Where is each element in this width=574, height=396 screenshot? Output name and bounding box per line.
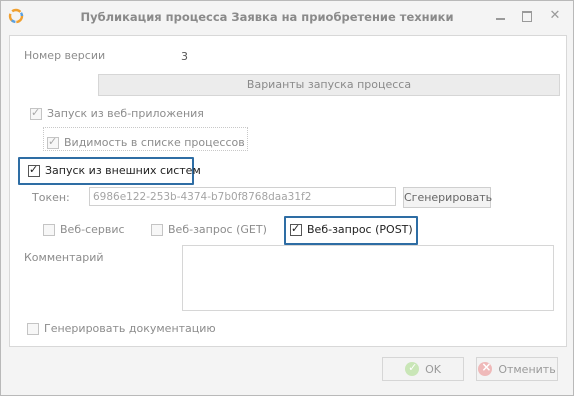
- process-list-option[interactable]: Видимость в списке процессов: [47, 135, 245, 149]
- post-request-option[interactable]: Веб-запрос (POST): [290, 222, 413, 236]
- version-value: 3: [181, 50, 188, 63]
- title-bar: Публикация процесса Заявка на приобретен…: [1, 1, 573, 32]
- window-title: Публикация процесса Заявка на приобретен…: [80, 10, 454, 24]
- comment-label: Комментарий: [24, 251, 104, 264]
- maximize-icon: [522, 11, 532, 22]
- cancel-button-label: Отменить: [498, 362, 556, 376]
- get-request-label: Веб-запрос (GET): [168, 223, 267, 236]
- generate-docs-label: Генерировать документацию: [44, 322, 216, 335]
- web-app-launch-label: Запуск из веб-приложения: [47, 107, 204, 120]
- web-service-option[interactable]: Веб-сервис: [43, 223, 125, 236]
- ok-button-label: OK: [425, 362, 441, 376]
- external-launch-option[interactable]: Запуск из внешних систем: [28, 163, 201, 177]
- dialog-content: Номер версии 3 Варианты запуска процесса…: [9, 35, 567, 347]
- generate-docs-option[interactable]: Генерировать документацию: [27, 322, 216, 335]
- web-service-checkbox[interactable]: [43, 223, 55, 236]
- token-label: Токен:: [32, 191, 70, 204]
- minimize-button[interactable]: [490, 6, 512, 26]
- comment-textarea[interactable]: [182, 245, 554, 311]
- app-logo-icon: [8, 8, 24, 24]
- process-list-checkbox[interactable]: [47, 135, 59, 149]
- process-list-label: Видимость в списке процессов: [64, 136, 245, 149]
- get-request-checkbox[interactable]: [151, 223, 163, 236]
- post-request-label: Веб-запрос (POST): [307, 223, 413, 236]
- ok-button[interactable]: OK: [382, 357, 464, 381]
- web-app-launch-option[interactable]: Запуск из веб-приложения: [30, 106, 204, 120]
- cancel-circle-icon: [478, 360, 493, 376]
- close-button[interactable]: ✕: [544, 6, 566, 26]
- check-circle-icon: [405, 361, 420, 376]
- web-app-launch-checkbox[interactable]: [30, 106, 42, 120]
- token-field[interactable]: 6986e122-253b-4374-b7b0f8768daa31f2: [89, 187, 396, 206]
- maximize-button[interactable]: [516, 6, 538, 26]
- minimize-icon: [496, 18, 505, 20]
- external-launch-checkbox[interactable]: [28, 163, 40, 177]
- generate-token-button[interactable]: Сгенерировать: [403, 187, 492, 208]
- external-launch-label: Запуск из внешних систем: [45, 164, 201, 177]
- close-icon: ✕: [549, 8, 561, 23]
- post-request-checkbox[interactable]: [290, 222, 302, 236]
- publish-process-dialog: Публикация процесса Заявка на приобретен…: [0, 0, 574, 396]
- generate-docs-checkbox[interactable]: [27, 322, 39, 335]
- cancel-button[interactable]: Отменить: [476, 357, 558, 381]
- launch-options-header: Варианты запуска процесса: [98, 74, 560, 96]
- version-label: Номер версии: [24, 49, 106, 62]
- web-service-label: Веб-сервис: [60, 223, 125, 236]
- get-request-option[interactable]: Веб-запрос (GET): [151, 223, 267, 236]
